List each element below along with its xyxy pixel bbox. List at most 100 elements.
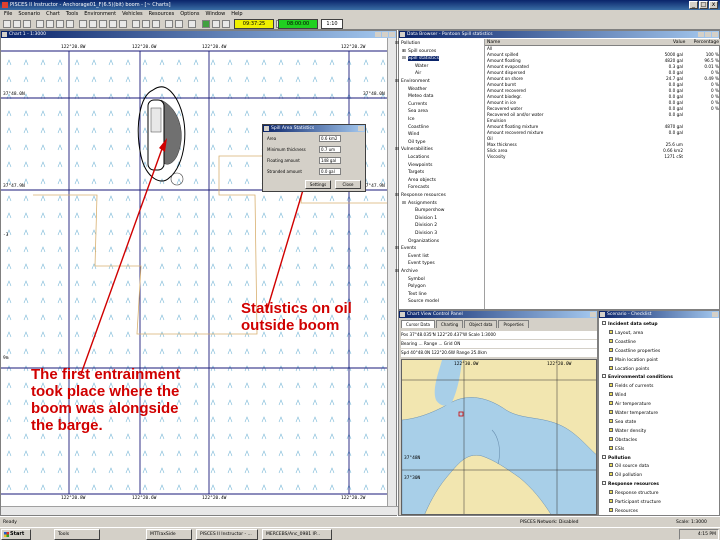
- control-panel-close-button[interactable]: [590, 312, 596, 317]
- task-item-2[interactable]: MTTraxSide: [146, 529, 192, 540]
- chart-horizontal-scrollbar[interactable]: [1, 506, 398, 515]
- tree-item[interactable]: Meteo data: [408, 94, 434, 99]
- chart-close-button[interactable]: [389, 32, 395, 37]
- pan-icon[interactable]: [56, 20, 64, 28]
- save-icon[interactable]: [23, 20, 31, 28]
- task-item-3[interactable]: PISCES II Instructor - ...: [196, 529, 258, 540]
- check-icon[interactable]: [609, 427, 613, 432]
- group-toggle-icon[interactable]: [602, 321, 606, 325]
- checklist-item[interactable]: Resources: [609, 507, 638, 514]
- zoom-in-icon[interactable]: [36, 20, 44, 28]
- tab-charting[interactable]: Charting: [435, 320, 464, 328]
- tree-toggle[interactable]: ⊟: [402, 56, 406, 61]
- column-name[interactable]: Name: [487, 39, 500, 46]
- tree-item[interactable]: Locations: [408, 155, 429, 160]
- tree-item[interactable]: Spill sources: [408, 49, 436, 54]
- dialog-close-button[interactable]: [358, 126, 364, 131]
- check-icon[interactable]: [609, 499, 613, 503]
- tree-item[interactable]: Weather: [408, 87, 427, 92]
- expand-toggle-icon[interactable]: ⊟: [395, 269, 399, 274]
- tree-item[interactable]: Archive: [401, 269, 418, 274]
- checklist-item[interactable]: Sea state: [609, 418, 636, 425]
- tree-item[interactable]: Division 3: [415, 231, 437, 236]
- tree-toggle[interactable]: ⊞: [402, 49, 406, 54]
- menu-scenario[interactable]: Scenario: [18, 10, 40, 18]
- overview-map-svg[interactable]: [402, 360, 597, 515]
- tab-properties[interactable]: Properties: [498, 320, 529, 328]
- table-row[interactable]: Viscosity 1271 cSt: [485, 154, 720, 160]
- menu-vehicles[interactable]: Vehicles: [122, 10, 143, 18]
- check-icon[interactable]: [609, 507, 613, 512]
- tree-toggle[interactable]: ⊟: [395, 79, 399, 84]
- checklist-item[interactable]: Layout, area: [609, 329, 643, 336]
- pause-icon[interactable]: [212, 20, 220, 28]
- tree-toggle[interactable]: ⊟: [395, 41, 399, 46]
- checklist-item[interactable]: Response structure: [609, 490, 658, 496]
- checklist-item[interactable]: ESIs: [609, 445, 624, 452]
- chart-minimize-button[interactable]: [375, 32, 381, 37]
- overview-map[interactable]: 122°30.0W 122°20.0W 37°48N 37°30N: [401, 359, 597, 515]
- check-icon[interactable]: [609, 356, 613, 361]
- checklist-item[interactable]: Location points: [609, 365, 649, 372]
- column-value[interactable]: Value: [673, 39, 685, 46]
- tree-item[interactable]: Event types: [408, 261, 435, 266]
- checklist-item[interactable]: Fields of currents: [609, 383, 654, 389]
- tree-item[interactable]: Assignments: [408, 201, 437, 206]
- check-icon[interactable]: [609, 365, 613, 370]
- task-item-4[interactable]: MERCEBS/Anc_0981 IP...: [262, 529, 332, 540]
- tree-item[interactable]: Event list: [408, 254, 429, 259]
- group-toggle-icon[interactable]: [602, 454, 606, 459]
- check-icon[interactable]: [609, 347, 613, 352]
- settings-button[interactable]: Settings: [305, 180, 331, 189]
- tree-item[interactable]: Division 2: [415, 223, 437, 228]
- menu-tools[interactable]: Tools: [66, 10, 78, 18]
- checklist-item[interactable]: Water temperature: [609, 410, 658, 416]
- expand-toggle-icon[interactable]: ⊟: [395, 246, 399, 251]
- check-icon[interactable]: [609, 329, 613, 334]
- tree-item[interactable]: Source model: [408, 299, 439, 304]
- checklist-item[interactable]: Main location point: [609, 356, 658, 363]
- expand-toggle-icon[interactable]: ⊞: [402, 49, 406, 54]
- tree-item[interactable]: Vulnerabilities: [401, 147, 433, 152]
- tree-item[interactable]: Text line: [408, 292, 427, 297]
- tree-toggle[interactable]: ⊟: [395, 269, 399, 274]
- data-tree[interactable]: Pollution ⊟ Spill sources ⊞ Spill statistics…: [395, 39, 485, 309]
- tree-item[interactable]: Bumpershow: [415, 208, 444, 213]
- tree-item[interactable]: Wind: [408, 132, 419, 137]
- tree-item[interactable]: Events: [401, 246, 416, 251]
- tree-toggle[interactable]: ⊟: [395, 193, 399, 198]
- expand-toggle-icon[interactable]: ⊟: [402, 201, 406, 206]
- tree-item[interactable]: Currents: [408, 102, 427, 107]
- message-icon[interactable]: [175, 20, 183, 28]
- vessel-icon[interactable]: [99, 20, 107, 28]
- tree-item[interactable]: Viewpoints: [408, 163, 433, 168]
- tree-toggle[interactable]: ⊟: [402, 201, 406, 206]
- checklist-item[interactable]: Coastline properties: [609, 347, 660, 354]
- checklist-group[interactable]: Response resources: [602, 481, 659, 487]
- menu-chart[interactable]: Chart: [46, 10, 60, 18]
- tree-item[interactable]: Spill statistics: [408, 56, 439, 62]
- check-icon[interactable]: [609, 338, 613, 343]
- expand-toggle-icon[interactable]: ⊟: [402, 56, 406, 61]
- tree-item[interactable]: Symbol: [408, 277, 425, 282]
- event-icon[interactable]: [165, 20, 173, 28]
- checklist-group[interactable]: Environmental conditions: [602, 374, 673, 380]
- chart-icon[interactable]: [132, 20, 140, 28]
- checklist-item[interactable]: Coastline: [609, 338, 636, 345]
- table-icon[interactable]: [142, 20, 150, 28]
- tree-item[interactable]: Air: [415, 71, 421, 76]
- group-toggle-icon[interactable]: [602, 374, 606, 379]
- tree-item[interactable]: Division 1: [415, 216, 437, 221]
- menu-resources[interactable]: Resources: [149, 10, 175, 18]
- speed-display[interactable]: 1:10: [321, 19, 343, 29]
- chart-canvas[interactable]: 122°20.8W 122°20.6W 122°20.4W 122°20.2W …: [1, 38, 388, 508]
- tree-item[interactable]: Sea area: [408, 109, 428, 114]
- tree-toggle[interactable]: ⊟: [395, 246, 399, 251]
- check-icon[interactable]: [609, 436, 613, 441]
- tree-item[interactable]: Forecasts: [408, 185, 429, 190]
- menu-window[interactable]: Window: [205, 10, 225, 18]
- tab-object-data[interactable]: Object data: [464, 320, 498, 328]
- tab-cursor-data[interactable]: Cursor Data: [401, 320, 435, 328]
- expand-toggle-icon[interactable]: ⊟: [395, 193, 399, 198]
- check-icon[interactable]: [609, 418, 613, 423]
